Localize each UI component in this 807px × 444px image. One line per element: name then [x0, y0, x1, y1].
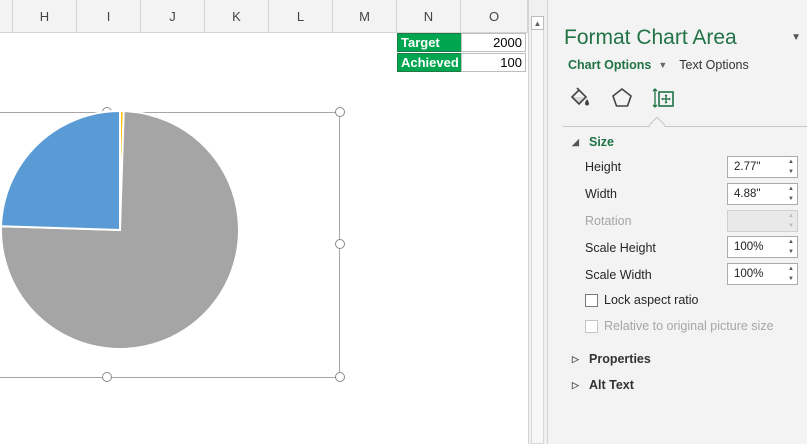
column-header-o[interactable]: O	[461, 0, 528, 33]
lock-aspect-checkbox-box[interactable]	[585, 293, 598, 307]
spin-down-icon[interactable]: ▼	[785, 274, 797, 284]
lock-aspect-ratio-checkbox[interactable]: Lock aspect ratio	[585, 293, 699, 307]
spin-up-icon[interactable]: ▲	[785, 264, 797, 274]
collapsed-caret-icon: ▷	[572, 379, 579, 390]
expanded-caret-icon: ◢	[572, 136, 579, 147]
width-value[interactable]: 4.88"	[734, 188, 760, 200]
pane-options-chevron-icon[interactable]: ▼	[791, 32, 801, 43]
spin-up-icon[interactable]: ▲	[785, 184, 797, 194]
section-alt-text[interactable]: ▷ Alt Text	[572, 378, 634, 392]
rotation-label: Rotation	[585, 214, 632, 228]
column-header-n[interactable]: N	[397, 0, 461, 33]
width-spin-buttons[interactable]: ▲ ▼	[785, 184, 797, 204]
collapsed-caret-icon: ▷	[572, 353, 579, 364]
rotation-spinner: ▲ ▼	[727, 210, 798, 232]
spin-down-icon[interactable]: ▼	[785, 247, 797, 257]
worksheet[interactable]: H I J K L M N O Target 2000 Achieved 100	[0, 0, 528, 444]
section-alt-text-label: Alt Text	[589, 378, 634, 392]
spin-down-icon[interactable]: ▼	[785, 167, 797, 177]
section-properties-label: Properties	[589, 352, 651, 366]
resize-handle-bottom-right[interactable]	[335, 372, 345, 382]
pane-icon-tabs	[568, 86, 676, 116]
effects-icon[interactable]	[610, 86, 634, 110]
relative-size-label: Relative to original picture size	[604, 319, 774, 333]
resize-handle-right[interactable]	[335, 239, 345, 249]
column-header-partial[interactable]	[0, 0, 13, 33]
pie-chart[interactable]	[0, 110, 250, 360]
scale-height-label: Scale Height	[585, 241, 656, 255]
scale-height-value[interactable]: 100%	[734, 241, 763, 253]
size-properties-icon[interactable]	[652, 86, 676, 110]
resize-handle-top-right[interactable]	[335, 107, 345, 117]
spin-up-icon[interactable]: ▲	[785, 157, 797, 167]
spin-up-icon: ▲	[788, 213, 794, 219]
scale-width-spinner[interactable]: 100% ▲ ▼	[727, 263, 798, 285]
relative-size-checkbox: Relative to original picture size	[585, 319, 774, 333]
column-header-l[interactable]: L	[269, 0, 333, 33]
column-header-h[interactable]: H	[13, 0, 77, 33]
height-spinner[interactable]: 2.77" ▲ ▼	[727, 156, 798, 178]
cell-target-label[interactable]: Target	[397, 33, 462, 52]
options-tabs: Chart Options ▼ Text Options	[568, 56, 749, 74]
column-header-k[interactable]: K	[205, 0, 269, 33]
spin-down-icon[interactable]: ▼	[785, 194, 797, 204]
spin-up-icon[interactable]: ▲	[785, 237, 797, 247]
column-header-i[interactable]: I	[77, 0, 141, 33]
spin-down-icon: ▼	[788, 223, 794, 229]
vertical-scrollbar[interactable]	[531, 16, 544, 444]
fill-line-icon[interactable]	[568, 86, 592, 110]
tab-chart-options[interactable]: Chart Options	[568, 58, 651, 72]
width-label: Width	[585, 187, 617, 201]
pane-title: Format Chart Area	[564, 26, 737, 49]
scale-height-spin-buttons[interactable]: ▲ ▼	[785, 237, 797, 257]
tab-text-options[interactable]: Text Options	[679, 58, 748, 72]
scale-width-value[interactable]: 100%	[734, 268, 763, 280]
lock-aspect-label[interactable]: Lock aspect ratio	[604, 293, 699, 307]
rotation-spin-buttons: ▲ ▼	[785, 211, 797, 231]
height-value[interactable]: 2.77"	[734, 161, 760, 173]
width-spinner[interactable]: 4.88" ▲ ▼	[727, 183, 798, 205]
scale-height-spinner[interactable]: 100% ▲ ▼	[727, 236, 798, 258]
resize-handle-bottom[interactable]	[102, 372, 112, 382]
column-header-j[interactable]: J	[141, 0, 205, 33]
pane-divider	[563, 126, 807, 127]
section-size-label: Size	[589, 135, 615, 149]
format-chart-area-pane: Format Chart Area ▼ Chart Options ▼ Text…	[548, 0, 807, 444]
relative-size-checkbox-box	[585, 319, 598, 333]
pie-slice-2[interactable]	[0, 110, 121, 232]
cell-target-value[interactable]: 2000	[461, 33, 526, 52]
scroll-up-arrow-icon[interactable]: ▲	[531, 16, 544, 30]
scale-width-spin-buttons[interactable]: ▲ ▼	[785, 264, 797, 284]
chart-options-dropdown-icon[interactable]: ▼	[658, 60, 667, 70]
cell-achieved-value[interactable]: 100	[461, 53, 526, 72]
column-header-m[interactable]: M	[333, 0, 397, 33]
column-header-row: H I J K L M N O	[0, 0, 528, 33]
height-label: Height	[585, 160, 622, 174]
active-tab-notch	[648, 116, 666, 134]
section-size[interactable]: ◢ Size	[572, 135, 614, 149]
height-spin-buttons[interactable]: ▲ ▼	[785, 157, 797, 177]
cell-achieved-label[interactable]: Achieved	[397, 53, 462, 72]
section-properties[interactable]: ▷ Properties	[572, 352, 651, 366]
scale-width-label: Scale Width	[585, 268, 652, 282]
